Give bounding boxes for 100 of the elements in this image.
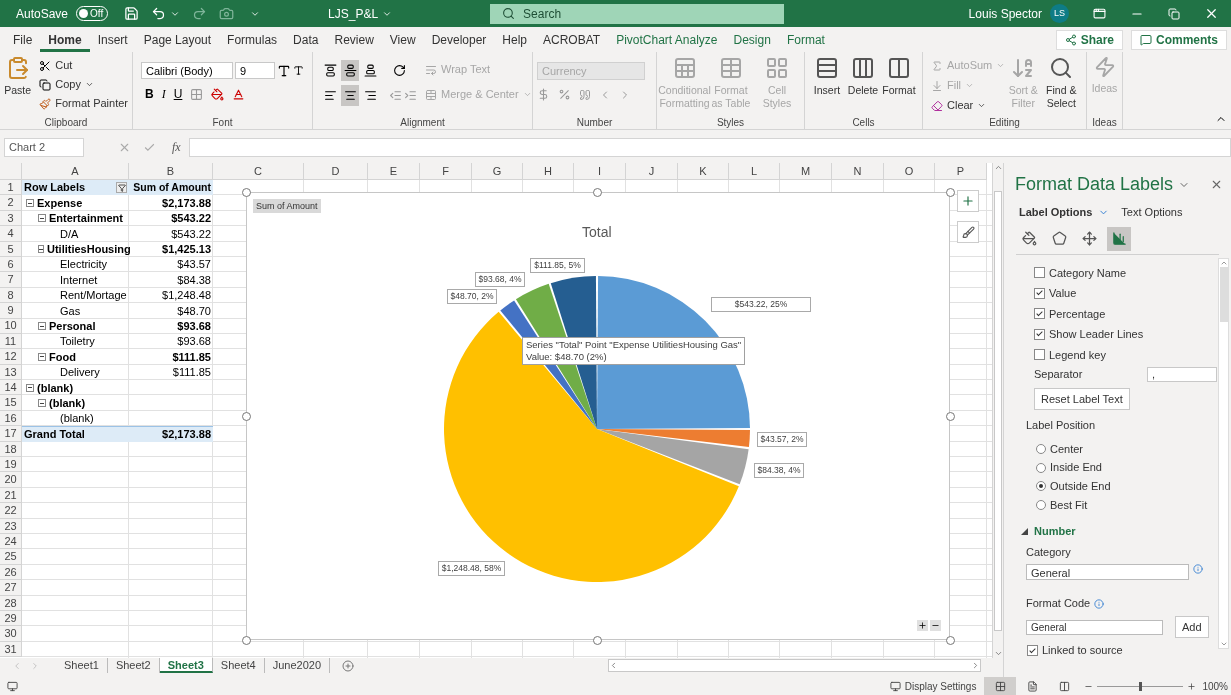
currency-icon[interactable]	[537, 88, 550, 101]
cells-button[interactable]: Format	[882, 84, 916, 97]
format-painter-button[interactable]: Format Painter	[55, 95, 128, 112]
resize-handle[interactable]	[946, 188, 955, 197]
menu-tab[interactable]: ACROBAT	[535, 27, 609, 52]
data-label[interactable]: $543.22, 25%	[711, 297, 811, 312]
undo-icon[interactable]	[151, 6, 167, 21]
radio-button[interactable]	[1036, 443, 1046, 454]
horizontal-scrollbar[interactable]	[608, 659, 982, 672]
category-select[interactable]: General	[1026, 564, 1189, 581]
add-sheet-icon[interactable]	[342, 659, 355, 672]
menu-tab[interactable]: PivotChart Analyze	[608, 27, 726, 52]
data-label[interactable]: $84.38, 4%	[754, 463, 804, 478]
collapse-toggle[interactable]	[38, 353, 46, 361]
menu-tab[interactable]: Data	[285, 27, 327, 52]
column-header[interactable]: I	[574, 163, 626, 180]
chart-elements-button[interactable]	[957, 190, 979, 212]
scroll-up-icon[interactable]	[993, 163, 1003, 172]
sheet-tab[interactable]: Sheet3	[159, 658, 213, 673]
filter-button[interactable]	[116, 182, 127, 194]
panel-tab[interactable]: Text Options	[1121, 204, 1183, 221]
close-icon[interactable]	[1210, 178, 1223, 191]
ribbon-display-icon[interactable]	[1093, 7, 1106, 20]
resize-handle[interactable]	[242, 412, 251, 421]
row-header[interactable]: 15	[0, 395, 22, 411]
cells-button[interactable]: Delete	[847, 84, 879, 97]
zoom-in-icon[interactable]	[1187, 681, 1197, 691]
collapse-toggle[interactable]	[38, 245, 44, 254]
menu-tab[interactable]: Insert	[89, 27, 136, 52]
sheet-tab[interactable]: June2020	[264, 658, 331, 673]
data-label[interactable]: $48.70, 2%	[447, 289, 497, 304]
radio-button[interactable]	[1036, 499, 1046, 510]
row-header[interactable]: 1	[0, 180, 22, 196]
row-header[interactable]: 4	[0, 226, 22, 242]
scroll-down-icon[interactable]	[993, 649, 1003, 658]
close-icon[interactable]	[1204, 6, 1219, 21]
row-header[interactable]: 12	[0, 349, 22, 365]
pie-slice[interactable]	[444, 311, 739, 582]
column-header[interactable]: C	[213, 163, 304, 180]
menu-tab[interactable]: Page Layout	[135, 27, 220, 52]
menu-tab[interactable]: Design	[725, 27, 779, 52]
file-name[interactable]: LJS_P&L	[328, 4, 379, 23]
clear-button[interactable]: Clear	[947, 97, 974, 114]
data-label[interactable]: $93.68, 4%	[475, 272, 525, 287]
column-header[interactable]: L	[729, 163, 780, 180]
increase-indent-icon[interactable]	[404, 89, 417, 102]
formula-input[interactable]	[188, 137, 1231, 157]
sheet-tab[interactable]: Sheet2	[107, 658, 160, 673]
menu-tab[interactable]: View	[381, 27, 424, 52]
grow-font-icon[interactable]	[277, 63, 291, 78]
menu-tab[interactable]: Format	[778, 27, 833, 52]
collapse-toggle[interactable]	[38, 322, 46, 331]
bold-button[interactable]: B	[145, 85, 154, 103]
collapse-toggle[interactable]	[38, 399, 46, 408]
menu-tab[interactable]: Review	[326, 27, 382, 52]
row-header[interactable]: 25	[0, 549, 22, 565]
row-header[interactable]: 27	[0, 580, 22, 596]
find-select-button[interactable]: Find & Select	[1041, 84, 1082, 110]
row-header[interactable]: 17	[0, 426, 22, 442]
checkbox[interactable]	[1034, 308, 1045, 320]
checkbox[interactable]	[1034, 287, 1045, 299]
resize-handle[interactable]	[593, 188, 602, 197]
column-header[interactable]: M	[780, 163, 832, 180]
user-avatar[interactable]: LS	[1050, 4, 1069, 23]
column-header[interactable]: F	[420, 163, 472, 180]
field-button[interactable]: Sum of Amount	[253, 199, 321, 213]
separator-select[interactable]: ,	[1147, 366, 1217, 382]
checkbox[interactable]	[1034, 328, 1045, 340]
percent-icon[interactable]	[558, 88, 571, 101]
data-label[interactable]: $1,248.48, 58%	[438, 561, 505, 576]
restore-icon[interactable]	[1168, 7, 1180, 20]
save-icon[interactable]	[124, 6, 140, 21]
collapse-toggle[interactable]	[26, 199, 34, 208]
row-header[interactable]: 19	[0, 457, 22, 473]
font-size-select[interactable]: 9	[235, 62, 275, 79]
menu-tab[interactable]: File	[5, 27, 41, 52]
share-button[interactable]: Share	[1055, 29, 1123, 50]
row-header[interactable]: 30	[0, 626, 22, 642]
resize-handle[interactable]	[242, 636, 251, 645]
expand-button[interactable]	[917, 620, 928, 631]
column-header[interactable]: B	[129, 163, 213, 180]
decrease-indent-icon[interactable]	[389, 89, 402, 102]
camera-icon[interactable]	[219, 6, 235, 21]
zoom-thumb[interactable]	[1139, 681, 1143, 691]
resize-handle[interactable]	[946, 636, 955, 645]
column-header[interactable]: E	[368, 163, 420, 180]
menu-tab[interactable]: Help	[494, 27, 535, 52]
underline-button[interactable]: U	[173, 85, 183, 103]
format-code-input[interactable]: General	[1026, 619, 1163, 635]
row-header[interactable]: 20	[0, 472, 22, 488]
font-color-icon[interactable]	[232, 87, 246, 101]
radio-button[interactable]	[1036, 481, 1046, 492]
font-name-select[interactable]: Calibri (Body)	[141, 62, 233, 79]
cells-button[interactable]: Insert	[813, 84, 841, 97]
sheet-tab[interactable]: Sheet1	[56, 658, 108, 673]
add-button[interactable]: Add	[1175, 615, 1209, 639]
collapse-toggle[interactable]	[26, 383, 34, 392]
column-header[interactable]: D	[304, 163, 368, 180]
insert-function-label[interactable]: fx	[172, 138, 181, 156]
checkbox[interactable]	[1034, 267, 1045, 279]
